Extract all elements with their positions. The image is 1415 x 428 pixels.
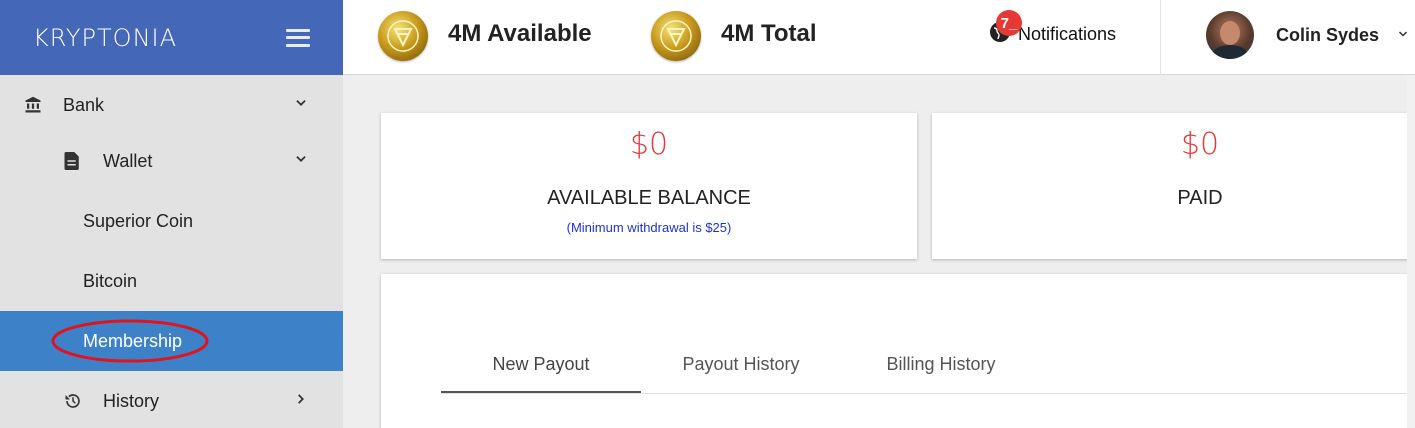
avatar bbox=[1206, 11, 1254, 59]
sidebar-item-label: Wallet bbox=[103, 150, 153, 171]
user-menu[interactable]: Colin Sydes bbox=[1206, 11, 1409, 59]
scrollbar[interactable] bbox=[1407, 75, 1415, 428]
top-bar: 4M Available 4M Total 7_ Notifications C… bbox=[343, 0, 1415, 75]
sidebar-item-superior-coin[interactable]: Superior Coin bbox=[0, 191, 343, 251]
sidebar-item-membership[interactable]: Membership bbox=[0, 311, 343, 371]
available-stat: 4M Available bbox=[448, 20, 592, 47]
paid-card: $0 PAID bbox=[932, 113, 1415, 259]
chevron-down-icon bbox=[294, 152, 308, 171]
hamburger-icon[interactable] bbox=[286, 28, 310, 47]
payout-panel bbox=[381, 274, 1415, 428]
tab-billing-history[interactable]: Billing History bbox=[841, 354, 1041, 375]
tab-new-payout[interactable]: New Payout bbox=[441, 354, 641, 375]
sidebar-item-label: Superior Coin bbox=[83, 210, 194, 231]
coin-logo-icon bbox=[378, 11, 428, 61]
chevron-right-icon bbox=[294, 392, 308, 411]
total-stat: 4M Total bbox=[721, 20, 817, 47]
tab-payout-history[interactable]: Payout History bbox=[641, 354, 841, 375]
paid-amount: $0 bbox=[1180, 127, 1220, 162]
red-ellipse-annotation bbox=[51, 319, 209, 363]
document-icon bbox=[64, 152, 80, 170]
notifications-badge: 7_ bbox=[996, 10, 1022, 36]
notifications-button[interactable]: 7_ Notifications bbox=[988, 10, 1117, 49]
available-balance-card: $0 AVAILABLE BALANCE (Minimum withdrawal… bbox=[381, 113, 917, 259]
minimum-withdrawal-note: (Minimum withdrawal is $25) bbox=[566, 220, 732, 235]
active-tab-indicator bbox=[441, 391, 641, 393]
paid-label: PAID bbox=[1177, 187, 1223, 209]
history-icon bbox=[64, 392, 82, 410]
divider bbox=[1160, 0, 1161, 75]
coin-logo-icon bbox=[651, 11, 701, 61]
user-name: Colin Sydes bbox=[1276, 24, 1380, 45]
sidebar-item-bitcoin[interactable]: Bitcoin bbox=[0, 251, 343, 311]
tab-divider bbox=[441, 393, 1407, 394]
brand-bar: KRYPTONIA bbox=[0, 0, 343, 75]
sidebar-item-history[interactable]: History bbox=[0, 371, 343, 428]
available-balance-label: AVAILABLE BALANCE bbox=[547, 187, 751, 209]
sidebar-item-label: Bitcoin bbox=[83, 270, 138, 291]
sidebar-item-label: Bank bbox=[63, 94, 105, 115]
brand-name: KRYPTONIA bbox=[33, 23, 178, 52]
sidebar-item-bank[interactable]: Bank bbox=[0, 75, 343, 135]
sidebar-item-wallet[interactable]: Wallet bbox=[0, 131, 343, 191]
available-balance-amount: $0 bbox=[629, 127, 669, 162]
chevron-down-icon bbox=[1397, 27, 1409, 43]
sidebar-item-label: History bbox=[103, 390, 160, 411]
notifications-label: Notifications bbox=[1018, 24, 1117, 44]
chevron-down-icon bbox=[294, 96, 308, 115]
sidebar: KRYPTONIA Bank Wallet Superior Coin Bitc… bbox=[0, 0, 343, 428]
bank-icon bbox=[24, 96, 42, 114]
